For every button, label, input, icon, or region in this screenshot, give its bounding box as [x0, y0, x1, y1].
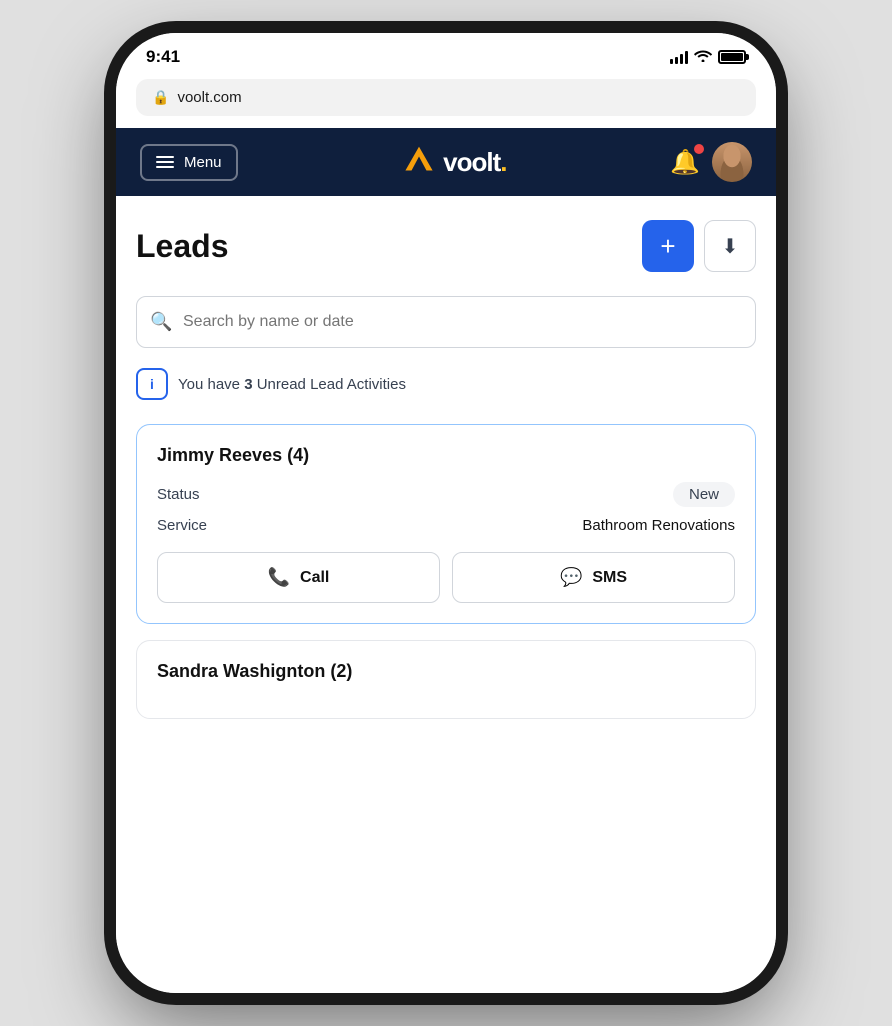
sms-label: SMS: [592, 569, 627, 587]
menu-button[interactable]: Menu: [140, 144, 238, 181]
hamburger-icon: [156, 156, 174, 168]
notification-badge: [694, 144, 704, 154]
phone-shell: 9:41 🔒 vo: [0, 0, 892, 1026]
brand-name: voolt.: [443, 147, 506, 178]
phone-frame: 9:41 🔒 vo: [116, 33, 776, 993]
alert-count: 3: [244, 376, 252, 393]
call-button[interactable]: 📞 Call: [157, 552, 440, 603]
battery-icon: [718, 50, 746, 64]
status-icons: [670, 49, 746, 65]
search-input[interactable]: [136, 296, 756, 348]
signal-icon: [670, 50, 688, 64]
status-label: Status: [157, 486, 200, 503]
lead-actions-jimmy: 📞 Call 💬 SMS: [157, 552, 735, 603]
search-container: 🔍: [136, 296, 756, 348]
status-bar: 9:41: [116, 33, 776, 75]
page-title: Leads: [136, 228, 228, 265]
avatar[interactable]: [712, 142, 752, 182]
lead-card-sandra[interactable]: Sandra Washignton (2): [136, 640, 756, 719]
url-text: voolt.com: [177, 89, 241, 106]
plus-icon: +: [660, 231, 675, 262]
sms-icon: 💬: [560, 567, 582, 588]
alert-text: You have 3 Unread Lead Activities: [178, 376, 406, 393]
url-bar-container: 🔒 voolt.com: [116, 75, 776, 128]
call-label: Call: [300, 569, 329, 587]
nav-right: 🔔: [670, 142, 752, 182]
add-lead-button[interactable]: +: [642, 220, 694, 272]
status-badge: New: [673, 482, 735, 507]
service-value: Bathroom Renovations: [582, 517, 735, 534]
header-actions: + ⬇: [642, 220, 756, 272]
menu-label: Menu: [184, 154, 222, 171]
lead-name-jimmy: Jimmy Reeves (4): [157, 445, 735, 466]
phone-icon: 📞: [268, 567, 290, 588]
bell-container[interactable]: 🔔: [670, 148, 700, 177]
voolt-logo-icon: [401, 144, 437, 180]
info-icon: i: [136, 368, 168, 400]
lock-icon: 🔒: [152, 89, 169, 106]
lead-name-sandra: Sandra Washignton (2): [157, 661, 735, 682]
voolt-logo: voolt.: [401, 144, 506, 180]
avatar-image: [712, 142, 752, 182]
lead-status-row: Status New: [157, 482, 735, 507]
nav-bar: Menu voolt. 🔔: [116, 128, 776, 196]
page-header: Leads + ⬇: [136, 220, 756, 272]
lead-service-row: Service Bathroom Renovations: [157, 517, 735, 534]
lead-fields-jimmy: Status New Service Bathroom Renovations: [157, 482, 735, 534]
sms-button[interactable]: 💬 SMS: [452, 552, 735, 603]
status-time: 9:41: [146, 47, 180, 67]
wifi-icon: [694, 49, 712, 65]
download-button[interactable]: ⬇: [704, 220, 756, 272]
alert-banner: i You have 3 Unread Lead Activities: [136, 364, 756, 404]
download-icon: ⬇: [722, 234, 739, 259]
service-label: Service: [157, 517, 207, 534]
main-content: Leads + ⬇ 🔍 i You have 3: [116, 196, 776, 993]
url-bar[interactable]: 🔒 voolt.com: [136, 79, 756, 116]
search-icon: 🔍: [150, 312, 172, 333]
lead-card-jimmy[interactable]: Jimmy Reeves (4) Status New Service Bath…: [136, 424, 756, 624]
